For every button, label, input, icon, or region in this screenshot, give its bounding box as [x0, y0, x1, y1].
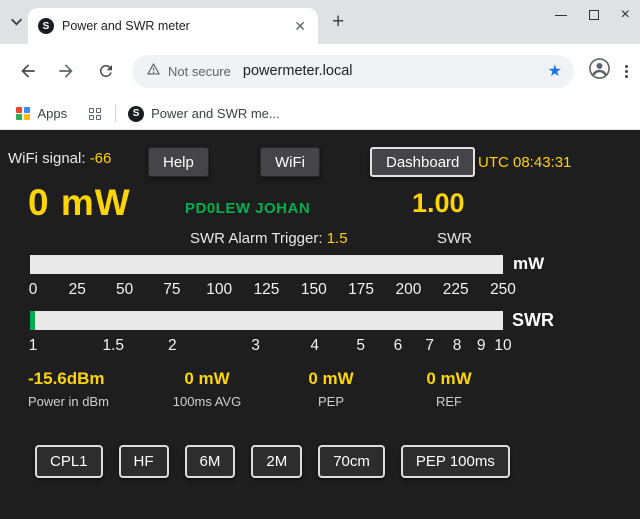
power-tick: 0: [29, 281, 38, 299]
swr-meter-bar: [30, 311, 503, 330]
pep-reading-label: PEP: [318, 394, 344, 409]
reading-list-grid-icon[interactable]: [89, 108, 101, 120]
swr-tick: 8: [453, 337, 462, 355]
navigation-bar: Not secure powermeter.local ★: [0, 44, 640, 98]
utc-clock: UTC 08:43:31: [478, 154, 571, 171]
ref-reading-label: REF: [436, 394, 462, 409]
ref-reading: 0 mW: [426, 369, 471, 389]
new-tab-button[interactable]: +: [332, 10, 344, 34]
swr-value-big: 1.00: [412, 188, 465, 219]
band-button-row: CPL1 HF 6M 2M 70cm PEP 100ms: [35, 445, 510, 478]
wifi-signal: WiFi signal: -66: [8, 150, 111, 167]
6m-button[interactable]: 6M: [185, 445, 236, 478]
bookmark-label: Power and SWR me...: [151, 106, 280, 121]
address-bar[interactable]: Not secure powermeter.local ★: [132, 55, 574, 88]
swr-tick: 3: [251, 337, 260, 355]
maximize-button[interactable]: [589, 10, 599, 20]
swr-meter-fill: [30, 311, 35, 330]
swr-tick: 2: [168, 337, 177, 355]
apps-grid-icon[interactable]: [16, 107, 30, 121]
profile-icon[interactable]: [588, 57, 611, 85]
power-value-big: 0 mW: [28, 182, 131, 224]
reload-icon[interactable]: [90, 55, 122, 87]
pep-100ms-button[interactable]: PEP 100ms: [401, 445, 510, 478]
swr-tick: 1: [29, 337, 38, 355]
power-tick: 200: [395, 281, 421, 299]
menu-icon[interactable]: [625, 65, 628, 78]
bookmarks-separator: [115, 105, 116, 122]
swr-bar-unit: SWR: [512, 310, 554, 331]
swr-scale: 1 1.5 2 3 4 5 6 7 8 9 10: [30, 337, 503, 355]
dashboard-button[interactable]: Dashboard: [370, 147, 475, 177]
swr-tick: 6: [394, 337, 403, 355]
swr-tick: 10: [494, 337, 511, 355]
power-tick: 50: [116, 281, 133, 299]
swr-alarm-label: SWR Alarm Trigger:: [190, 230, 323, 247]
swr-tick: 7: [425, 337, 434, 355]
swr-alarm-trigger: SWR Alarm Trigger: 1.5: [190, 230, 348, 247]
url-text[interactable]: powermeter.local: [243, 63, 548, 79]
site-favicon-icon: S: [38, 18, 54, 34]
security-chip[interactable]: Not secure: [168, 64, 231, 79]
avg-reading-label: 100ms AVG: [173, 394, 241, 409]
back-icon[interactable]: [12, 55, 44, 87]
swr-alarm-value: 1.5: [327, 230, 348, 247]
callsign: PD0LEW JOHAN: [185, 200, 310, 217]
power-scale: 0 25 50 75 100 125 150 175 200 225 250: [30, 281, 503, 299]
help-button[interactable]: Help: [148, 147, 209, 177]
power-tick: 225: [443, 281, 469, 299]
power-bar-unit: mW: [513, 254, 544, 274]
tab-close-icon[interactable]: ✕: [290, 18, 310, 35]
power-tick: 100: [206, 281, 232, 299]
power-tick: 75: [163, 281, 180, 299]
tab-title: Power and SWR meter: [62, 19, 284, 33]
apps-label[interactable]: Apps: [38, 106, 68, 121]
swr-tick: 4: [310, 337, 319, 355]
power-tick: 175: [348, 281, 374, 299]
swr-tick: 5: [356, 337, 365, 355]
window-controls: ×: [555, 10, 630, 20]
swr-tick: 1.5: [102, 337, 124, 355]
forward-icon[interactable]: [50, 55, 82, 87]
not-secure-warning-icon: [146, 62, 161, 81]
wifi-button[interactable]: WiFi: [260, 147, 320, 177]
hf-button[interactable]: HF: [119, 445, 169, 478]
cpl1-button[interactable]: CPL1: [35, 445, 103, 478]
70cm-button[interactable]: 70cm: [318, 445, 385, 478]
bookmarks-bar: Apps S Power and SWR me...: [0, 98, 640, 130]
avg-reading: 0 mW: [184, 369, 229, 389]
2m-button[interactable]: 2M: [251, 445, 302, 478]
power-tick: 150: [301, 281, 327, 299]
bookmark-star-icon[interactable]: ★: [548, 61, 562, 81]
power-tick: 25: [69, 281, 86, 299]
swr-tick: 9: [477, 337, 486, 355]
minimize-button[interactable]: [555, 15, 567, 16]
tab-strip: S Power and SWR meter ✕ + ×: [0, 0, 640, 44]
bookmark-favicon-icon: S: [128, 106, 144, 122]
dbm-reading: -15.6dBm: [28, 369, 105, 389]
bookmark-item[interactable]: S Power and SWR me...: [128, 106, 280, 122]
wifi-signal-label: WiFi signal:: [8, 150, 86, 167]
swr-caption: SWR: [437, 230, 472, 247]
close-button[interactable]: ×: [621, 10, 630, 20]
power-meter-page: WiFi signal: -66 Help WiFi Dashboard UTC…: [0, 130, 640, 519]
power-tick: 250: [490, 281, 516, 299]
power-tick: 125: [254, 281, 280, 299]
wifi-signal-value: -66: [90, 150, 112, 167]
tab-search-chevron-icon[interactable]: [10, 14, 23, 32]
pep-reading: 0 mW: [308, 369, 353, 389]
power-meter-bar: [30, 255, 503, 274]
browser-tab[interactable]: S Power and SWR meter ✕: [28, 8, 318, 44]
dbm-reading-label: Power in dBm: [28, 394, 109, 409]
